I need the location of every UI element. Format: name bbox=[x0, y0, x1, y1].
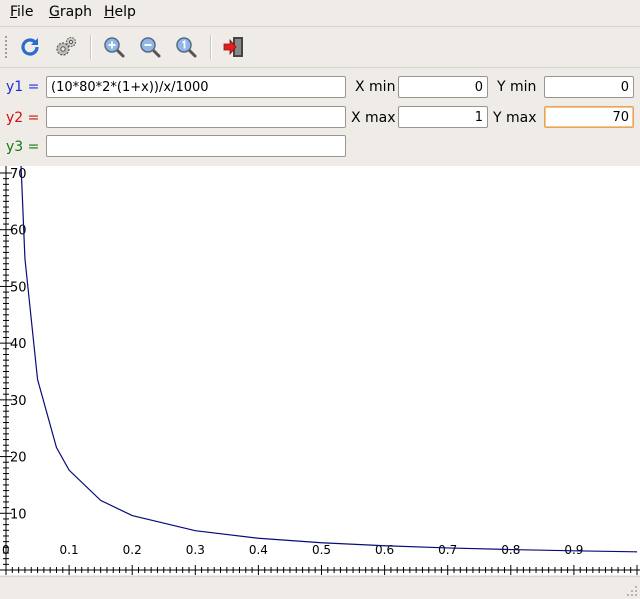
zoom-in-icon bbox=[104, 37, 125, 58]
exit-button[interactable] bbox=[220, 33, 248, 61]
menu-graph[interactable]: Graph bbox=[49, 4, 92, 20]
menu-file-mnemonic: F bbox=[10, 4, 18, 20]
x-tick-label: 0.5 bbox=[312, 543, 331, 557]
xmax-label: X max bbox=[351, 110, 396, 126]
toolbar bbox=[0, 27, 640, 68]
menu-graph-mnemonic: G bbox=[49, 4, 60, 20]
menu-graph-label: raph bbox=[59, 4, 92, 20]
settings-icon bbox=[56, 36, 77, 56]
settings-button[interactable] bbox=[52, 33, 80, 61]
xmin-input[interactable] bbox=[398, 76, 488, 98]
toolbar-grip[interactable] bbox=[4, 35, 8, 59]
graph-canvas[interactable]: 0 0.1 0.2 0.3 0.4 0.5 0.6 0.7 0.8 0.9 10 20 30 40 50 60… bbox=[0, 166, 640, 575]
y-tick-label: 50 bbox=[10, 280, 27, 295]
y2-label: y2 = bbox=[6, 110, 40, 126]
y-tick-label: 40 bbox=[10, 337, 27, 352]
status-bar bbox=[0, 576, 640, 599]
x-tick-label: 0.7 bbox=[438, 543, 457, 557]
menu-help-label: elp bbox=[114, 4, 136, 20]
ymax-input[interactable] bbox=[544, 106, 634, 128]
y-tick-label: 30 bbox=[10, 394, 27, 409]
toolbar-separator bbox=[210, 35, 212, 59]
refresh-button[interactable] bbox=[16, 33, 44, 61]
x-tick-label: 0.4 bbox=[249, 543, 268, 557]
ymax-label: Y max bbox=[493, 110, 537, 126]
zoom-reset-button[interactable] bbox=[172, 33, 200, 61]
zoom-reset-icon bbox=[176, 37, 197, 58]
series-line-y1 bbox=[20, 166, 638, 553]
y3-label: y3 = bbox=[6, 139, 40, 155]
y2-expression-input[interactable] bbox=[46, 106, 346, 128]
y-tick-label: 70 bbox=[10, 167, 27, 182]
y1-label: y1 = bbox=[6, 79, 40, 95]
resize-grip-icon[interactable] bbox=[626, 585, 638, 597]
menu-file-label: ile bbox=[17, 4, 34, 20]
x-tick-label: 0 bbox=[2, 543, 10, 557]
zoom-in-button[interactable] bbox=[100, 33, 128, 61]
menu-help[interactable]: Help bbox=[104, 4, 136, 20]
refresh-icon bbox=[21, 38, 39, 56]
graph-svg: 0 0.1 0.2 0.3 0.4 0.5 0.6 0.7 0.8 0.9102030405060… bbox=[0, 166, 640, 575]
xmin-label: X min bbox=[355, 79, 396, 95]
y1-expression-input[interactable] bbox=[46, 76, 346, 98]
ymin-label: Y min bbox=[497, 79, 537, 95]
menu-file[interactable]: File bbox=[10, 4, 33, 20]
x-tick-label: 0.9 bbox=[564, 543, 583, 557]
menu-help-mnemonic: H bbox=[104, 4, 115, 20]
x-tick-label: 0.1 bbox=[60, 543, 79, 557]
x-tick-label: 0.2 bbox=[123, 543, 142, 557]
toolbar-separator bbox=[90, 35, 92, 59]
y3-expression-input[interactable] bbox=[46, 135, 346, 157]
xmax-input[interactable] bbox=[398, 106, 488, 128]
zoom-out-button[interactable] bbox=[136, 33, 164, 61]
menu-bar: File Graph Help bbox=[0, 0, 640, 27]
y-tick-label: 20 bbox=[10, 451, 27, 466]
x-tick-label: 0.3 bbox=[186, 543, 205, 557]
ymin-input[interactable] bbox=[544, 76, 634, 98]
exit-icon bbox=[223, 37, 243, 57]
zoom-out-icon bbox=[140, 37, 161, 58]
y-tick-label: 10 bbox=[10, 507, 27, 522]
